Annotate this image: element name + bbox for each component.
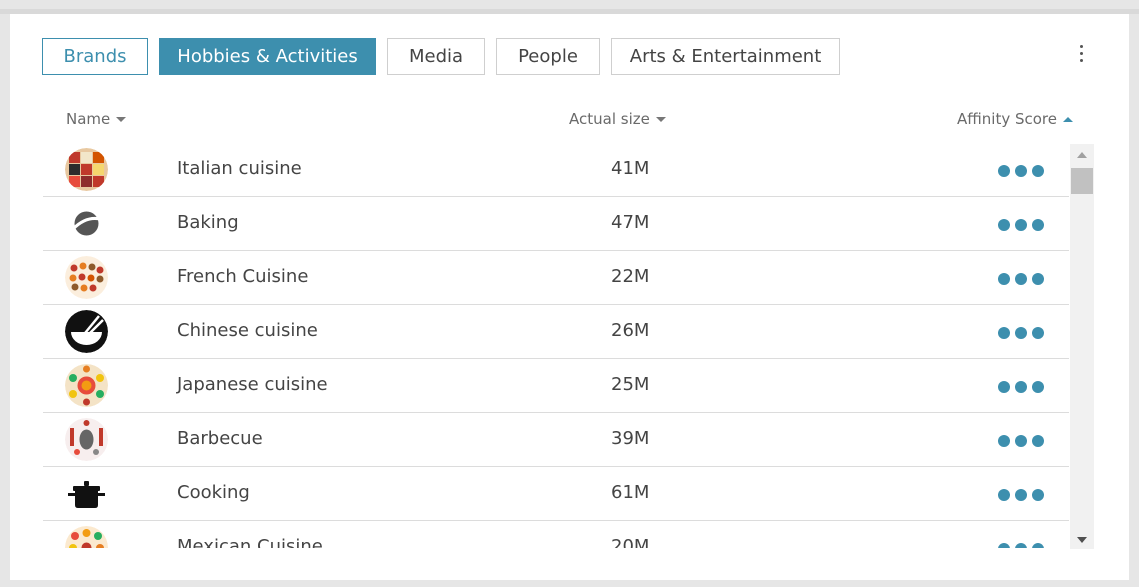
- affinity-score-dots[interactable]: [998, 543, 1044, 548]
- scroll-up-icon[interactable]: [1077, 152, 1087, 158]
- affinity-score-dots[interactable]: [998, 165, 1044, 177]
- affinity-score-dots[interactable]: [998, 327, 1044, 339]
- tab-hobbies-activities[interactable]: Hobbies & Activities: [159, 38, 376, 75]
- tab-people[interactable]: People: [496, 38, 600, 75]
- affinity-panel: Brands Hobbies & Activities Media People…: [10, 14, 1129, 580]
- row-name: Mexican Cuisine: [177, 536, 323, 548]
- row-name: Barbecue: [177, 428, 263, 449]
- affinity-score-dots[interactable]: [998, 273, 1044, 285]
- sort-down-icon: [116, 116, 127, 122]
- table-row[interactable]: Japanese cuisine 25M: [43, 359, 1069, 413]
- barbecue-icon: [65, 418, 108, 461]
- row-size: 39M: [611, 428, 650, 449]
- sort-up-icon: [1062, 116, 1073, 122]
- more-options-icon[interactable]: [1075, 44, 1089, 64]
- row-size: 22M: [611, 266, 650, 287]
- italian-food-icon: [65, 148, 108, 191]
- table-header: Name Actual size Affinity Score: [10, 110, 1129, 130]
- results-list: Italian cuisine 41M Baking 47M French Cu…: [43, 143, 1069, 548]
- affinity-score-dots[interactable]: [998, 489, 1044, 501]
- category-tabs: Brands Hobbies & Activities Media People…: [42, 38, 840, 75]
- column-label-actual-size: Actual size: [569, 110, 650, 128]
- row-name: French Cuisine: [177, 266, 309, 287]
- baking-icon: [65, 202, 108, 245]
- mexican-food-icon: [65, 526, 108, 548]
- column-label-name: Name: [66, 110, 111, 128]
- tab-brands[interactable]: Brands: [42, 38, 148, 75]
- column-header-actual-size[interactable]: Actual size: [569, 110, 666, 128]
- row-name: Chinese cuisine: [177, 320, 318, 341]
- sort-down-icon: [655, 116, 666, 122]
- table-row[interactable]: Italian cuisine 41M: [43, 143, 1069, 197]
- table-row[interactable]: French Cuisine 22M: [43, 251, 1069, 305]
- row-size: 61M: [611, 482, 650, 503]
- row-name: Baking: [177, 212, 239, 233]
- table-row[interactable]: Baking 47M: [43, 197, 1069, 251]
- japanese-food-icon: [65, 364, 108, 407]
- row-name: Cooking: [177, 482, 250, 503]
- table-row[interactable]: Mexican Cuisine 20M: [43, 521, 1069, 548]
- row-name: Italian cuisine: [177, 158, 302, 179]
- french-food-icon: [65, 256, 108, 299]
- table-row[interactable]: Barbecue 39M: [43, 413, 1069, 467]
- tab-media[interactable]: Media: [387, 38, 485, 75]
- table-row[interactable]: Cooking 61M: [43, 467, 1069, 521]
- scrollbar-thumb[interactable]: [1071, 168, 1093, 194]
- row-size: 26M: [611, 320, 650, 341]
- table-row[interactable]: Chinese cuisine 26M: [43, 305, 1069, 359]
- row-size: 20M: [611, 536, 650, 548]
- affinity-score-dots[interactable]: [998, 435, 1044, 447]
- column-label-affinity-score: Affinity Score: [957, 110, 1057, 128]
- cooking-pot-icon: [65, 472, 108, 515]
- affinity-score-dots[interactable]: [998, 381, 1044, 393]
- column-header-name[interactable]: Name: [66, 110, 127, 128]
- row-size: 41M: [611, 158, 650, 179]
- chopsticks-bowl-icon: [65, 310, 108, 353]
- affinity-score-dots[interactable]: [998, 219, 1044, 231]
- row-size: 25M: [611, 374, 650, 395]
- list-scrollbar[interactable]: [1070, 144, 1094, 549]
- row-size: 47M: [611, 212, 650, 233]
- tab-arts-entertainment[interactable]: Arts & Entertainment: [611, 38, 840, 75]
- row-name: Japanese cuisine: [177, 374, 328, 395]
- scroll-down-icon[interactable]: [1077, 537, 1087, 543]
- column-header-affinity-score[interactable]: Affinity Score: [957, 110, 1073, 128]
